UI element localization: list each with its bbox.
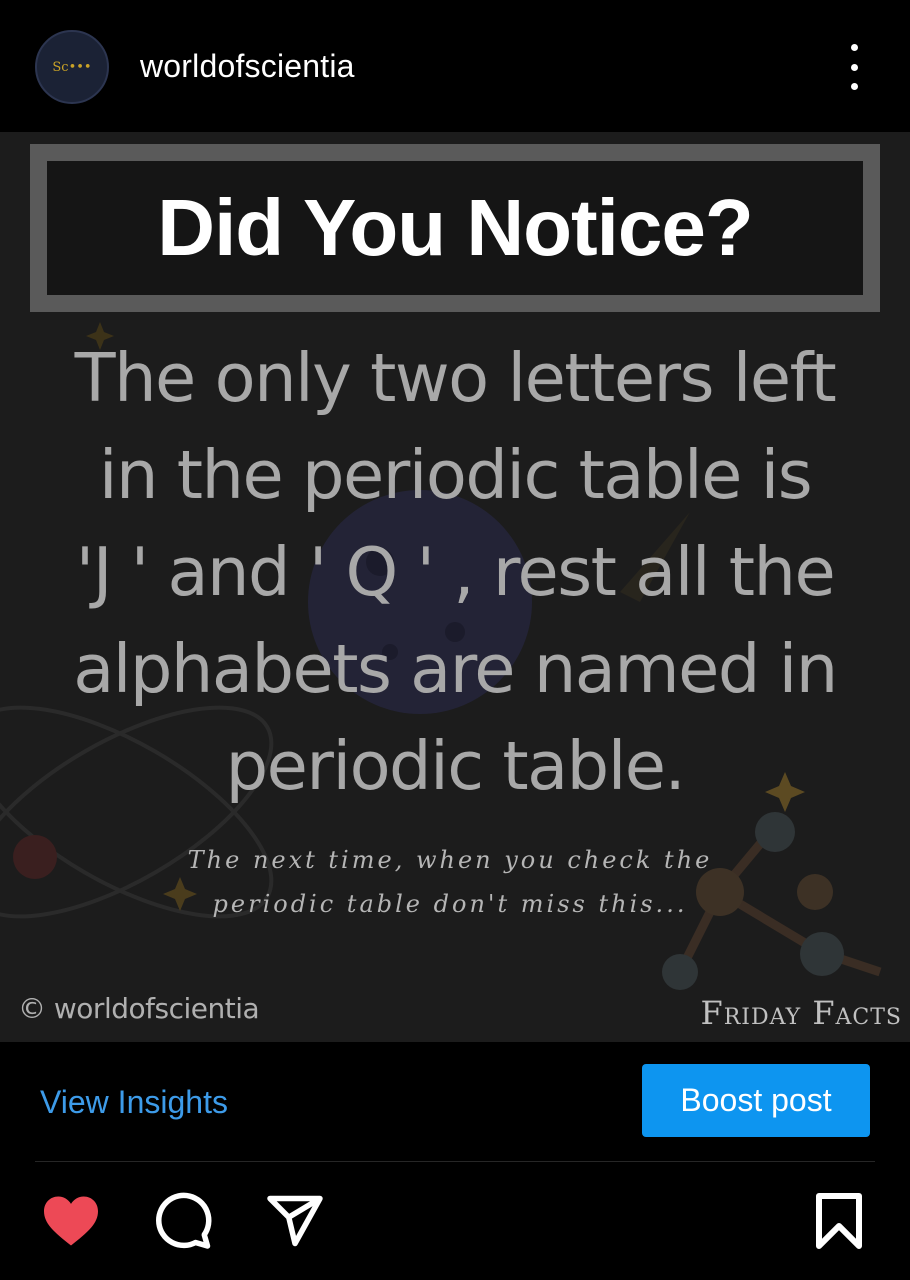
copyright-text: © worldofscientia	[18, 992, 260, 1025]
view-insights-link[interactable]: View Insights	[40, 1084, 228, 1121]
fact-line: in the periodic table is	[98, 436, 813, 514]
series-label: Friday Facts	[700, 994, 902, 1032]
subtext: The next time, when you check the period…	[150, 838, 750, 926]
username[interactable]: worldofscientia	[140, 48, 355, 85]
more-options-icon[interactable]	[838, 44, 870, 90]
post-title: Did You Notice?	[157, 183, 753, 272]
avatar[interactable]: Sc•••	[35, 30, 109, 104]
subtext-line: The next time, when you check the	[187, 846, 713, 874]
post-image[interactable]: Did You Notice? The only two letters lef…	[0, 132, 910, 1042]
comment-icon[interactable]	[152, 1190, 214, 1252]
fact-line: periodic table.	[225, 727, 686, 805]
insights-row: View Insights Boost post	[0, 1042, 910, 1162]
heart-icon[interactable]	[40, 1190, 102, 1252]
bookmark-icon[interactable]	[808, 1190, 870, 1252]
instagram-post-screen: Sc••• worldofscientia Did You Notice? Th…	[0, 0, 910, 1280]
fact-text: The only two letters left in the periodi…	[40, 330, 870, 815]
avatar-logo-text: Sc•••	[52, 59, 92, 75]
subtext-line: periodic table don't miss this...	[212, 890, 688, 918]
fact-line: alphabets are named in	[73, 630, 838, 708]
boost-post-button[interactable]: Boost post	[642, 1064, 870, 1137]
share-icon[interactable]	[264, 1190, 326, 1252]
fact-line: 'J ' and ' Q ' , rest all the	[75, 533, 836, 611]
fact-line: The only two letters left	[74, 339, 837, 417]
divider	[35, 1161, 875, 1162]
title-banner: Did You Notice?	[30, 144, 880, 312]
post-header: Sc••• worldofscientia	[0, 0, 910, 132]
